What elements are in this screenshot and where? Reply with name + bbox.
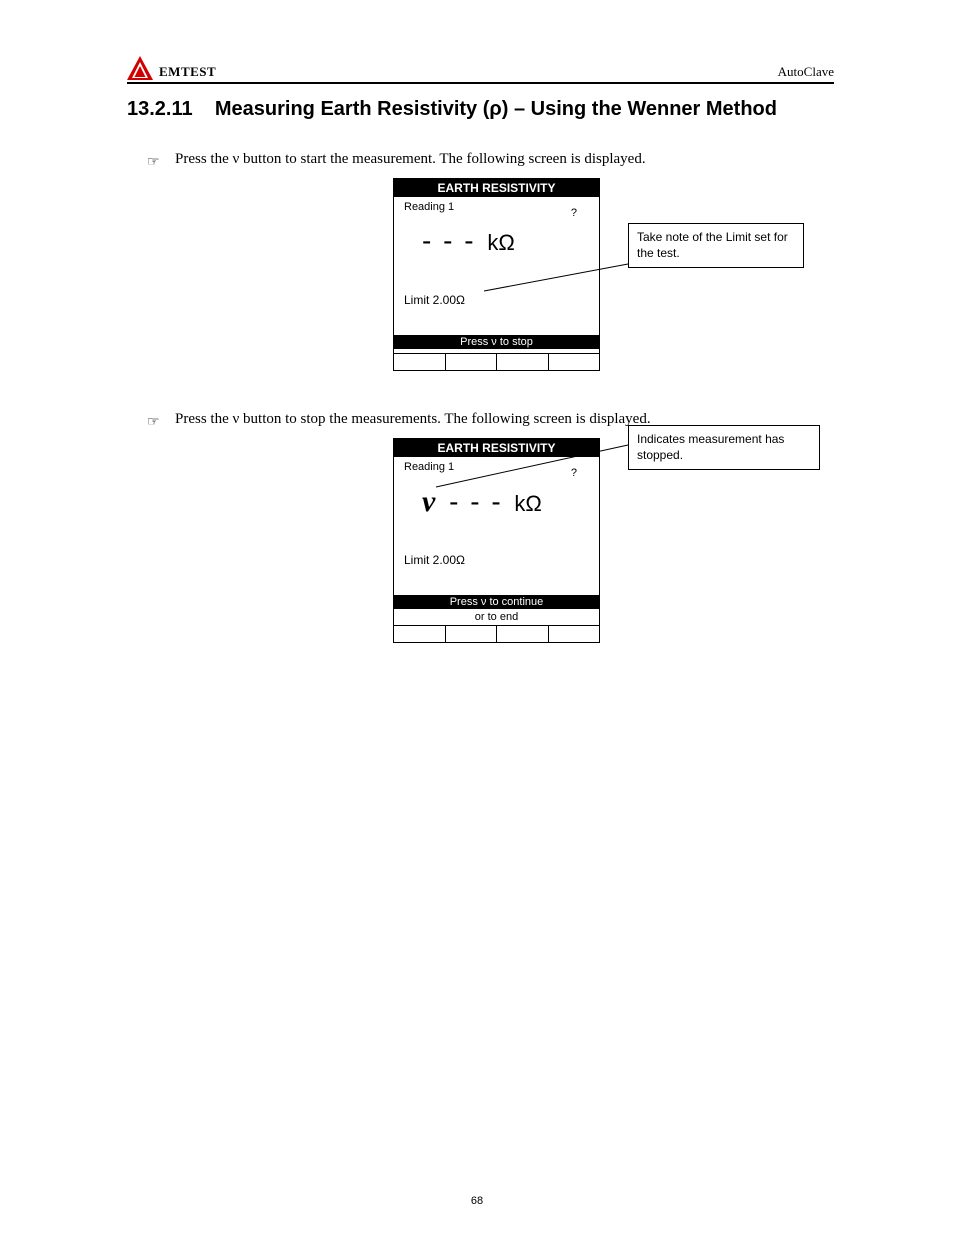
screen2-mark: ? (571, 467, 577, 479)
softkey (394, 354, 446, 370)
pointing-hand-icon: ☞ (147, 153, 160, 170)
triangle-logo-icon (127, 56, 153, 80)
screen1-reading-label: Reading 1 (404, 201, 454, 213)
screen1-bottom-bar: Press ν to stop (394, 335, 599, 349)
screen2-softkeys (394, 625, 599, 642)
softkey (549, 626, 600, 642)
section-title: 13.2.11 Measuring Earth Resistivity (ρ) … (127, 98, 834, 121)
screen2-title: EARTH RESISTIVITY (394, 439, 599, 457)
screen2-unit: kΩ (514, 491, 541, 516)
screen1-limit: Limit 2.00Ω (404, 293, 465, 307)
screen2-bottom-bar: Press ν to continue (394, 595, 599, 609)
screen1-unit: kΩ (487, 230, 514, 255)
screen-mock-2: EARTH RESISTIVITY Reading 1 ν - - - kΩ ?… (393, 438, 600, 643)
step-2-text: Press the ν button to stop the measureme… (175, 411, 651, 427)
softkey (497, 354, 549, 370)
step-1: ☞ Press the ν button to start the measur… (175, 151, 834, 168)
steps-column: ☞ Press the ν button to start the measur… (175, 151, 834, 643)
screen1-dashes: - - - (422, 225, 476, 256)
screen1-title: EARTH RESISTIVITY (394, 179, 599, 197)
screen1-body: Reading 1 - - - kΩ ? Limit 2.00Ω (394, 197, 599, 335)
screen2-reading-label: Reading 1 (404, 461, 454, 473)
screen2-limit: Limit 2.00Ω (404, 553, 465, 567)
header-right-text: AutoClave (778, 64, 834, 80)
page-content: 13.2.11 Measuring Earth Resistivity (ρ) … (127, 98, 834, 683)
section-title-text: Measuring Earth Resistivity (ρ) – Using … (215, 98, 777, 120)
softkey (497, 626, 549, 642)
brand-text: EMTEST (159, 64, 216, 80)
softkey (446, 354, 498, 370)
page-header: EMTEST AutoClave (127, 44, 834, 84)
screen2-unit-prefix: k (514, 491, 525, 516)
screen2-reading-value: ν - - - kΩ (422, 485, 542, 519)
screen2-dashes: - - - (449, 486, 503, 517)
page-number: 68 (0, 1195, 954, 1207)
screen2-end-text: or to end (394, 609, 599, 625)
callout-2: Indicates measurement has stopped. (628, 425, 820, 470)
brand-logo: EMTEST (127, 56, 216, 80)
screen1-unit-prefix: k (487, 230, 498, 255)
screen2-body: Reading 1 ν - - - kΩ ? Limit 2.00Ω (394, 457, 599, 595)
section-number: 13.2.11 (127, 98, 193, 120)
softkey (549, 354, 600, 370)
softkey (446, 626, 498, 642)
pointing-hand-icon: ☞ (147, 413, 160, 430)
step-1-text: Press the ν button to start the measurem… (175, 151, 646, 167)
ohm-icon: Ω (498, 230, 514, 255)
softkey (394, 626, 446, 642)
nu-stop-icon: ν (422, 485, 435, 518)
ohm-icon: Ω (525, 491, 541, 516)
screen1-mark: ? (571, 207, 577, 219)
screen1-reading-value: - - - kΩ (422, 225, 515, 257)
screen-mock-1: EARTH RESISTIVITY Reading 1 - - - kΩ ? L… (393, 178, 600, 371)
callout-1: Take note of the Limit set for the test. (628, 223, 804, 268)
screen1-softkeys (394, 353, 599, 370)
